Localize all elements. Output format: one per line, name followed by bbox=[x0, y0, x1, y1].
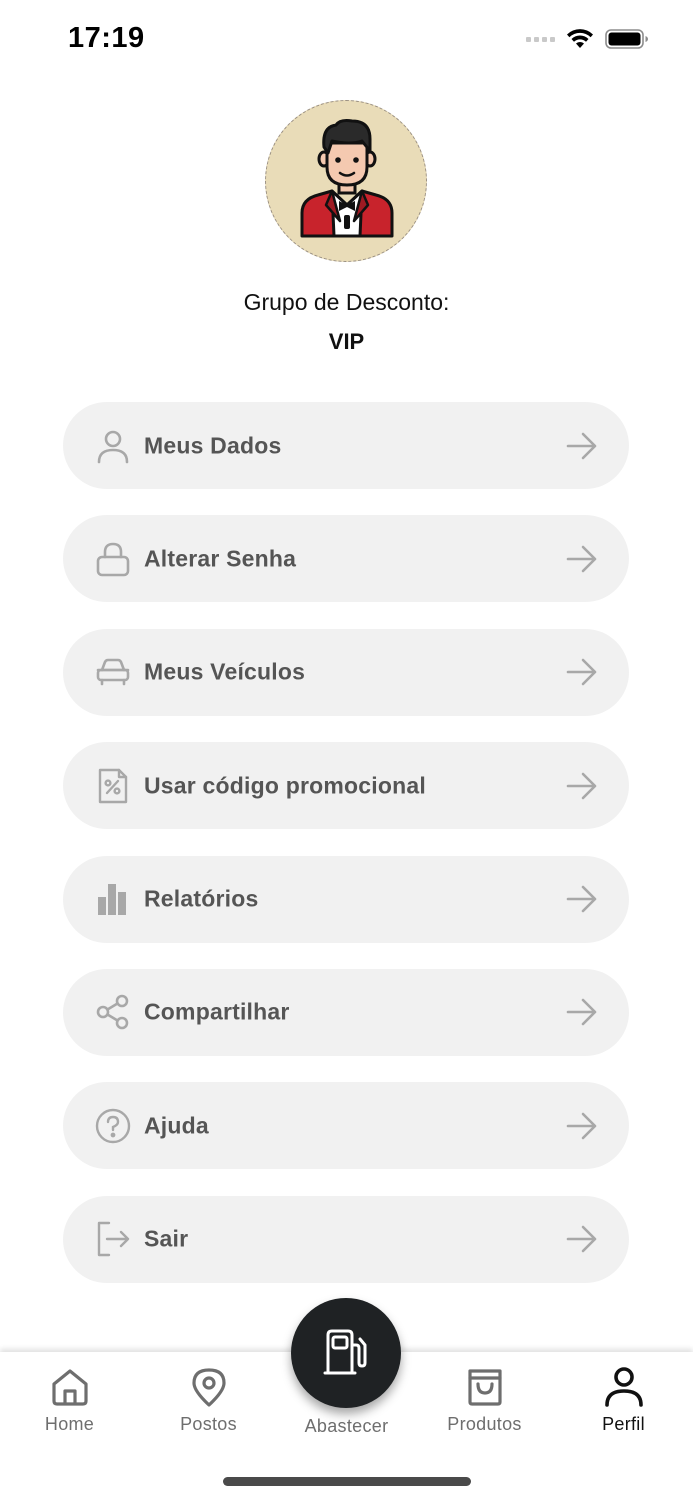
shopping-bag-icon bbox=[464, 1366, 506, 1408]
nav-label: Produtos bbox=[447, 1414, 522, 1434]
menu-item-label: Usar código promocional bbox=[144, 772, 426, 799]
arrow-right-icon bbox=[566, 772, 597, 799]
arrow-right-icon bbox=[566, 885, 597, 913]
status-icons bbox=[526, 28, 649, 50]
menu-item-meus-dados[interactable]: Meus Dados bbox=[63, 402, 629, 489]
menu-item-sair[interactable]: Sair bbox=[63, 1195, 629, 1283]
businessman-avatar-icon bbox=[300, 119, 394, 238]
status-bar: 17:19 bbox=[0, 0, 693, 80]
discount-group-value: VIP bbox=[328, 329, 365, 354]
cellular-signal-icon bbox=[526, 36, 555, 42]
battery-icon bbox=[605, 29, 648, 49]
wifi-icon bbox=[567, 29, 593, 48]
menu-item-label: Ajuda bbox=[144, 1112, 209, 1139]
nav-abastecer-label[interactable]: Abastecer bbox=[277, 1416, 416, 1437]
lock-icon bbox=[95, 541, 131, 577]
profile-menu: Meus Dados Alterar Senha Meus Veículos U… bbox=[63, 402, 629, 1309]
menu-item-ajuda[interactable]: Ajuda bbox=[63, 1082, 629, 1170]
share-icon bbox=[95, 994, 131, 1030]
menu-item-label: Meus Veículos bbox=[144, 658, 306, 685]
nav-label: Home bbox=[44, 1414, 95, 1434]
abastecer-fab-button[interactable] bbox=[291, 1298, 401, 1408]
menu-item-usar-codigo-promocional[interactable]: Usar código promocional bbox=[63, 742, 629, 830]
bar-chart-icon bbox=[95, 881, 131, 917]
nav-produtos[interactable]: Produtos bbox=[415, 1352, 554, 1452]
avatar[interactable] bbox=[265, 100, 427, 262]
arrow-right-icon bbox=[566, 545, 597, 573]
car-icon bbox=[95, 654, 131, 690]
nav-home[interactable]: Home bbox=[0, 1352, 139, 1452]
menu-item-label: Compartilhar bbox=[144, 998, 290, 1025]
menu-item-label: Relatórios bbox=[144, 885, 259, 912]
menu-item-meus-veiculos[interactable]: Meus Veículos bbox=[63, 628, 629, 716]
arrow-right-icon bbox=[566, 432, 597, 459]
menu-item-alterar-senha[interactable]: Alterar Senha bbox=[63, 515, 629, 603]
profile-icon bbox=[603, 1366, 645, 1408]
map-pin-icon bbox=[188, 1366, 230, 1408]
menu-item-relatorios[interactable]: Relatórios bbox=[63, 855, 629, 943]
nav-perfil[interactable]: Perfil bbox=[554, 1352, 693, 1452]
discount-group-label: Grupo de Desconto: bbox=[243, 289, 450, 315]
nav-label: Postos bbox=[180, 1414, 237, 1434]
help-icon bbox=[95, 1108, 131, 1144]
status-time: 17:19 bbox=[68, 22, 145, 54]
percent-receipt-icon bbox=[95, 768, 131, 804]
menu-item-label: Sair bbox=[144, 1225, 189, 1252]
nav-label: Perfil bbox=[602, 1414, 645, 1434]
menu-item-label: Alterar Senha bbox=[144, 545, 297, 572]
home-icon bbox=[49, 1366, 91, 1408]
logout-icon bbox=[95, 1221, 131, 1257]
menu-item-label: Meus Dados bbox=[144, 432, 282, 458]
arrow-right-icon bbox=[566, 1225, 597, 1253]
arrow-right-icon bbox=[566, 999, 597, 1026]
nav-postos[interactable]: Postos bbox=[139, 1352, 278, 1452]
arrow-right-icon bbox=[566, 1112, 597, 1140]
arrow-right-icon bbox=[566, 658, 597, 686]
menu-item-compartilhar[interactable]: Compartilhar bbox=[63, 968, 629, 1056]
user-icon bbox=[95, 428, 131, 464]
home-indicator bbox=[223, 1477, 471, 1486]
fuel-pump-icon bbox=[323, 1329, 367, 1375]
